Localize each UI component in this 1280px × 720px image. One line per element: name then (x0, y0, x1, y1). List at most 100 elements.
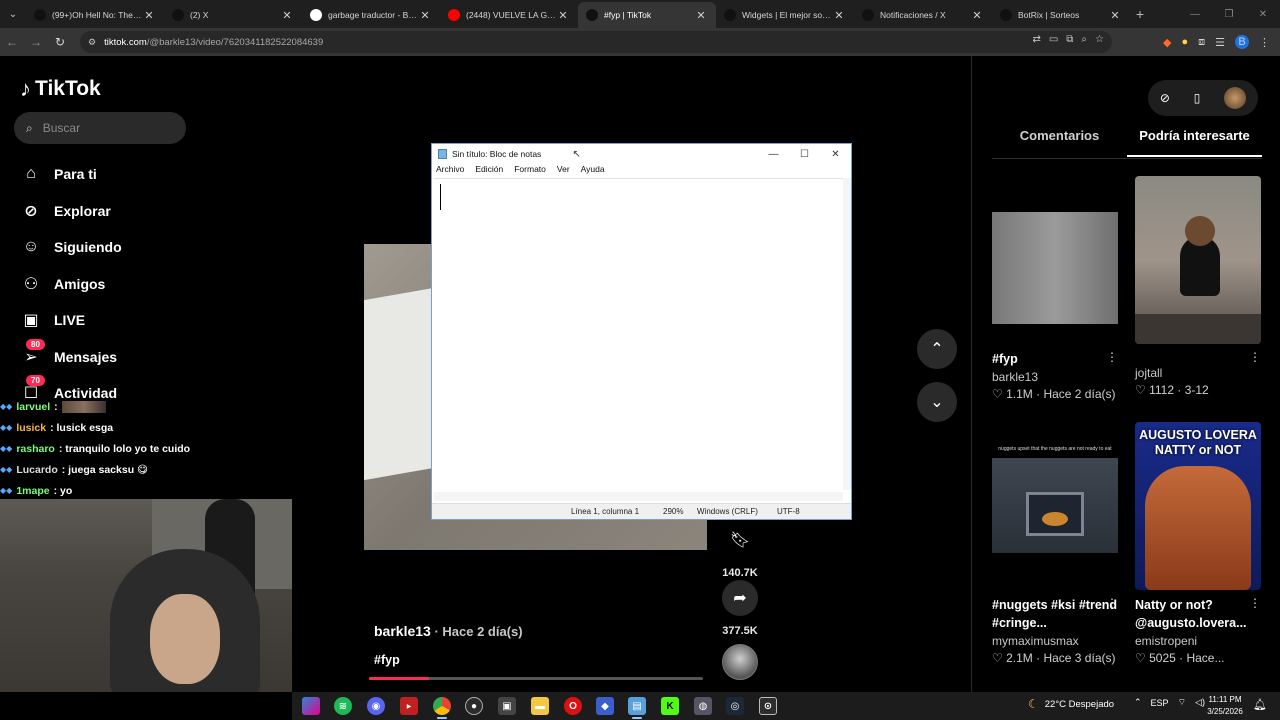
menu-archivo[interactable]: Archivo (436, 164, 464, 177)
video-thumbnail[interactable]: AUGUSTO LOVERA NATTY or NOT (1135, 422, 1261, 590)
tab-search-button[interactable]: ⌄ (0, 0, 26, 28)
menu-formato[interactable]: Formato (514, 164, 546, 177)
recommended-video-card[interactable]: AUGUSTO LOVERA NATTY or NOT Natty or not… (1135, 422, 1261, 665)
previous-video-button[interactable]: ⌃ (917, 329, 957, 369)
address-bar[interactable]: ⚙ tiktok.com/@barkle13/video/76203411825… (80, 31, 1112, 53)
browser-tab[interactable]: Widgets | El mejor softwa ✕ (716, 2, 854, 28)
notepad-minimize-button[interactable]: — (758, 144, 789, 164)
new-tab-button[interactable]: + (1130, 6, 1150, 22)
menu-ayuda[interactable]: Ayuda (581, 164, 605, 177)
notepad-text-area[interactable] (434, 178, 843, 490)
translate-icon[interactable]: ⇄ (1032, 34, 1040, 45)
chrome-icon[interactable] (433, 697, 451, 715)
menu-edición[interactable]: Edición (475, 164, 503, 177)
recommended-video-card[interactable]: nuggets upset that the nuggets are not r… (992, 422, 1118, 665)
app-blue-icon[interactable]: ◆ (596, 697, 614, 715)
browser-tab[interactable]: garbage traductor - Busca ✕ (302, 2, 440, 28)
tab-close-icon[interactable]: ✕ (694, 9, 708, 22)
app-icon[interactable]: ▣ (498, 697, 516, 715)
kick-icon[interactable]: K (661, 697, 679, 715)
copilot-icon[interactable] (302, 697, 320, 715)
tab-close-icon[interactable]: ✕ (1108, 9, 1122, 22)
tray-chevron-icon[interactable]: ⌃ (1134, 697, 1142, 708)
extension-color-icon[interactable]: ● (1181, 36, 1188, 48)
tab-close-icon[interactable]: ✕ (832, 9, 846, 22)
more-options-icon[interactable]: ⋮ (1249, 596, 1261, 610)
browser-menu-icon[interactable]: ⋮ (1259, 36, 1270, 49)
more-options-icon[interactable]: ⋮ (1106, 350, 1118, 364)
profile-avatar[interactable]: B (1235, 35, 1249, 49)
browser-tab[interactable]: #fyp | TikTok ✕ (578, 2, 716, 28)
taskbar-clock[interactable]: 11:11 PM 3/25/2026 (1205, 694, 1245, 718)
notepad-window[interactable]: Sin título: Bloc de notas ↖ — ☐ ✕ Archiv… (431, 143, 852, 520)
menu-ver[interactable]: Ver (557, 164, 570, 177)
tab-close-icon[interactable]: ✕ (970, 9, 984, 22)
wifi-icon[interactable]: ⌔ (1178, 697, 1186, 708)
file-explorer-icon[interactable]: ▬ (531, 697, 549, 715)
maximize-button[interactable]: ❐ (1212, 0, 1246, 28)
phone-app-icon[interactable]: ▯ (1194, 91, 1201, 105)
reload-button[interactable]: ↻ (48, 35, 72, 49)
minimize-button[interactable]: — (1178, 0, 1212, 28)
timer-app-icon[interactable]: ⊙ (759, 697, 777, 715)
discord-icon[interactable]: ◉ (367, 697, 385, 715)
card-user[interactable]: mymaximusmax (992, 634, 1118, 648)
notifications-bell-icon[interactable]: 🔔︎ (1253, 698, 1267, 711)
next-video-button[interactable]: ⌄ (917, 382, 957, 422)
more-options-icon[interactable]: ⋮ (1249, 350, 1261, 364)
bookmark-star-icon[interactable]: ☆ (1095, 34, 1104, 45)
extensions-puzzle-icon[interactable]: ⧈ (1198, 36, 1205, 49)
tab-close-icon[interactable]: ✕ (142, 9, 156, 22)
forward-button[interactable]: → (24, 35, 48, 49)
weather-widget[interactable]: ☾ 22°C Despejado (1028, 697, 1114, 711)
author-avatar[interactable] (722, 644, 758, 680)
tab-comments[interactable]: Comentarios (992, 128, 1127, 157)
tab-you-may-like[interactable]: Podría interesarte (1127, 128, 1262, 157)
browser-tab[interactable]: Notificaciones / X ✕ (854, 2, 992, 28)
video-editor-icon[interactable]: ▶ (400, 697, 418, 715)
more-options-icon[interactable]: ⋮ (1106, 596, 1118, 610)
obs-icon[interactable]: ● (465, 697, 483, 715)
reading-list-icon[interactable]: ☰ (1215, 36, 1225, 49)
sidebar-item-para-ti[interactable]: ⌂ Para ti (20, 156, 122, 193)
video-author[interactable]: barkle13 · Hace 2 día(s) (374, 623, 523, 639)
card-user[interactable]: barkle13 (992, 370, 1118, 384)
video-progress-bar[interactable] (369, 677, 703, 680)
language-indicator[interactable]: ESP (1151, 698, 1169, 708)
notepad-taskbar-icon[interactable]: ▤ (628, 697, 646, 715)
share-icon[interactable]: ➦ (722, 580, 758, 616)
recommended-video-card[interactable]: ⋮ jojtall ♡ 1112 · 3-12 (1135, 176, 1261, 397)
steam-icon[interactable]: ◎ (726, 697, 744, 715)
spotify-icon[interactable]: ≋ (334, 697, 352, 715)
browser-tab[interactable]: (2) X ✕ (164, 2, 302, 28)
notepad-maximize-button[interactable]: ☐ (789, 144, 820, 164)
share-action[interactable]: ➦ 377.5K (715, 580, 765, 637)
sidebar-item-live[interactable]: ▣ LIVE (20, 302, 122, 339)
video-thumbnail[interactable] (992, 176, 1118, 344)
site-info-icon[interactable]: ⚙ (88, 37, 96, 48)
sidebar-item-explorar[interactable]: ⊘ Explorar (20, 193, 122, 230)
notepad-vertical-scrollbar[interactable] (843, 178, 851, 490)
bookmark-icon[interactable]: 🔖︎ (722, 522, 758, 558)
search-input[interactable]: ⌕ Buscar (14, 112, 186, 144)
app-gray-icon[interactable]: ◍ (694, 697, 712, 715)
notepad-horizontal-scrollbar[interactable] (434, 492, 843, 501)
sidebar-item-siguiendo[interactable]: ☺ Siguiendo (20, 229, 122, 266)
back-button[interactable]: ← (0, 35, 24, 49)
explore-compass-icon[interactable]: ⊘ (1160, 91, 1170, 105)
browser-tab[interactable]: (2448) VUELVE LA GULA ✕ (440, 2, 578, 28)
video-thumbnail[interactable] (1135, 176, 1261, 344)
browser-tab[interactable]: (99+)Oh Hell No: The Ulti ✕ (26, 2, 164, 28)
author-name[interactable]: barkle13 (374, 623, 431, 639)
recommended-video-card[interactable]: #fyp ⋮ barkle13 ♡ 1.1M · Hace 2 día(s) (992, 176, 1118, 401)
video-thumbnail[interactable]: nuggets upset that the nuggets are not r… (992, 422, 1118, 590)
close-window-button[interactable]: ✕ (1246, 0, 1280, 28)
card-user[interactable]: jojtall (1135, 366, 1261, 380)
sidebar-item-mensajes[interactable]: ➢ Mensajes 80 (20, 338, 122, 376)
card-user[interactable]: emistropeni (1135, 634, 1261, 648)
volume-icon[interactable]: ◁) (1195, 697, 1205, 708)
zoom-icon[interactable]: ⌕ (1081, 34, 1087, 45)
open-app-icon[interactable]: ⧉ (1066, 34, 1073, 45)
tiktok-logo[interactable]: ♪ TikTok (20, 76, 101, 102)
user-avatar[interactable] (1224, 87, 1247, 109)
